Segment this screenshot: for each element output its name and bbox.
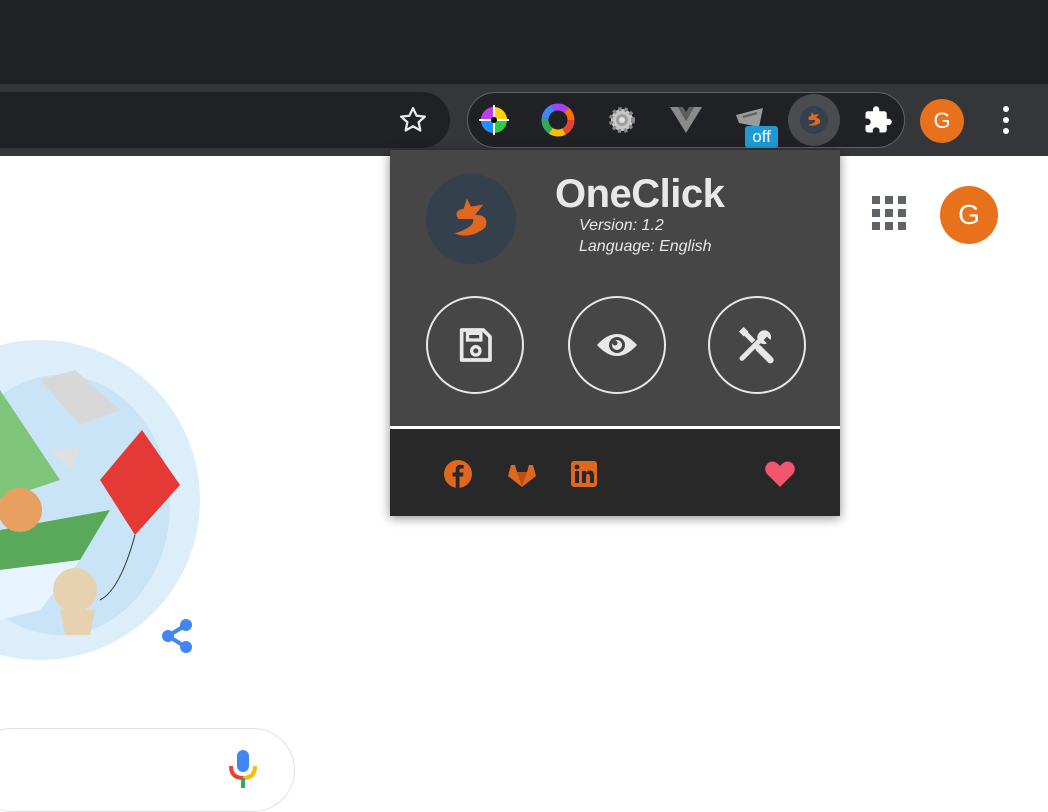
version-label: Version: 1.2 — [579, 217, 664, 234]
gear-icon[interactable] — [602, 100, 642, 140]
extension-status-badge: off — [745, 126, 778, 148]
linkedin-icon[interactable] — [568, 458, 600, 490]
oneclick-popup: OneClick Version: 1.2 Language: English — [390, 150, 840, 516]
address-bar[interactable] — [0, 92, 450, 148]
color-picker-icon[interactable] — [474, 100, 514, 140]
facebook-icon[interactable] — [442, 458, 474, 490]
color-wheel-icon[interactable] — [538, 100, 578, 140]
oneclick-logo-icon — [426, 174, 516, 264]
save-icon — [459, 328, 492, 362]
oneclick-dragon-icon[interactable] — [788, 94, 840, 146]
eye-icon — [597, 334, 637, 356]
browser-tab-strip — [0, 0, 1048, 84]
account-avatar[interactable]: G — [940, 186, 998, 244]
save-button[interactable] — [426, 296, 524, 394]
share-icon[interactable] — [158, 616, 198, 656]
bookmark-star-icon[interactable] — [393, 100, 433, 140]
tools-icon — [738, 326, 774, 364]
tools-button[interactable] — [708, 296, 806, 394]
puzzle-icon[interactable] — [858, 100, 898, 140]
heart-icon[interactable] — [764, 458, 796, 490]
vue-devtools-icon[interactable] — [666, 100, 706, 140]
preview-button[interactable] — [568, 296, 666, 394]
browser-menu-icon[interactable] — [992, 100, 1020, 140]
language-label: Language: English — [579, 238, 712, 255]
microphone-icon[interactable] — [226, 748, 260, 792]
popup-title: OneClick — [555, 172, 725, 216]
gitlab-icon[interactable] — [506, 458, 538, 490]
google-apps-icon[interactable] — [872, 196, 906, 230]
profile-avatar[interactable]: G — [920, 99, 964, 143]
